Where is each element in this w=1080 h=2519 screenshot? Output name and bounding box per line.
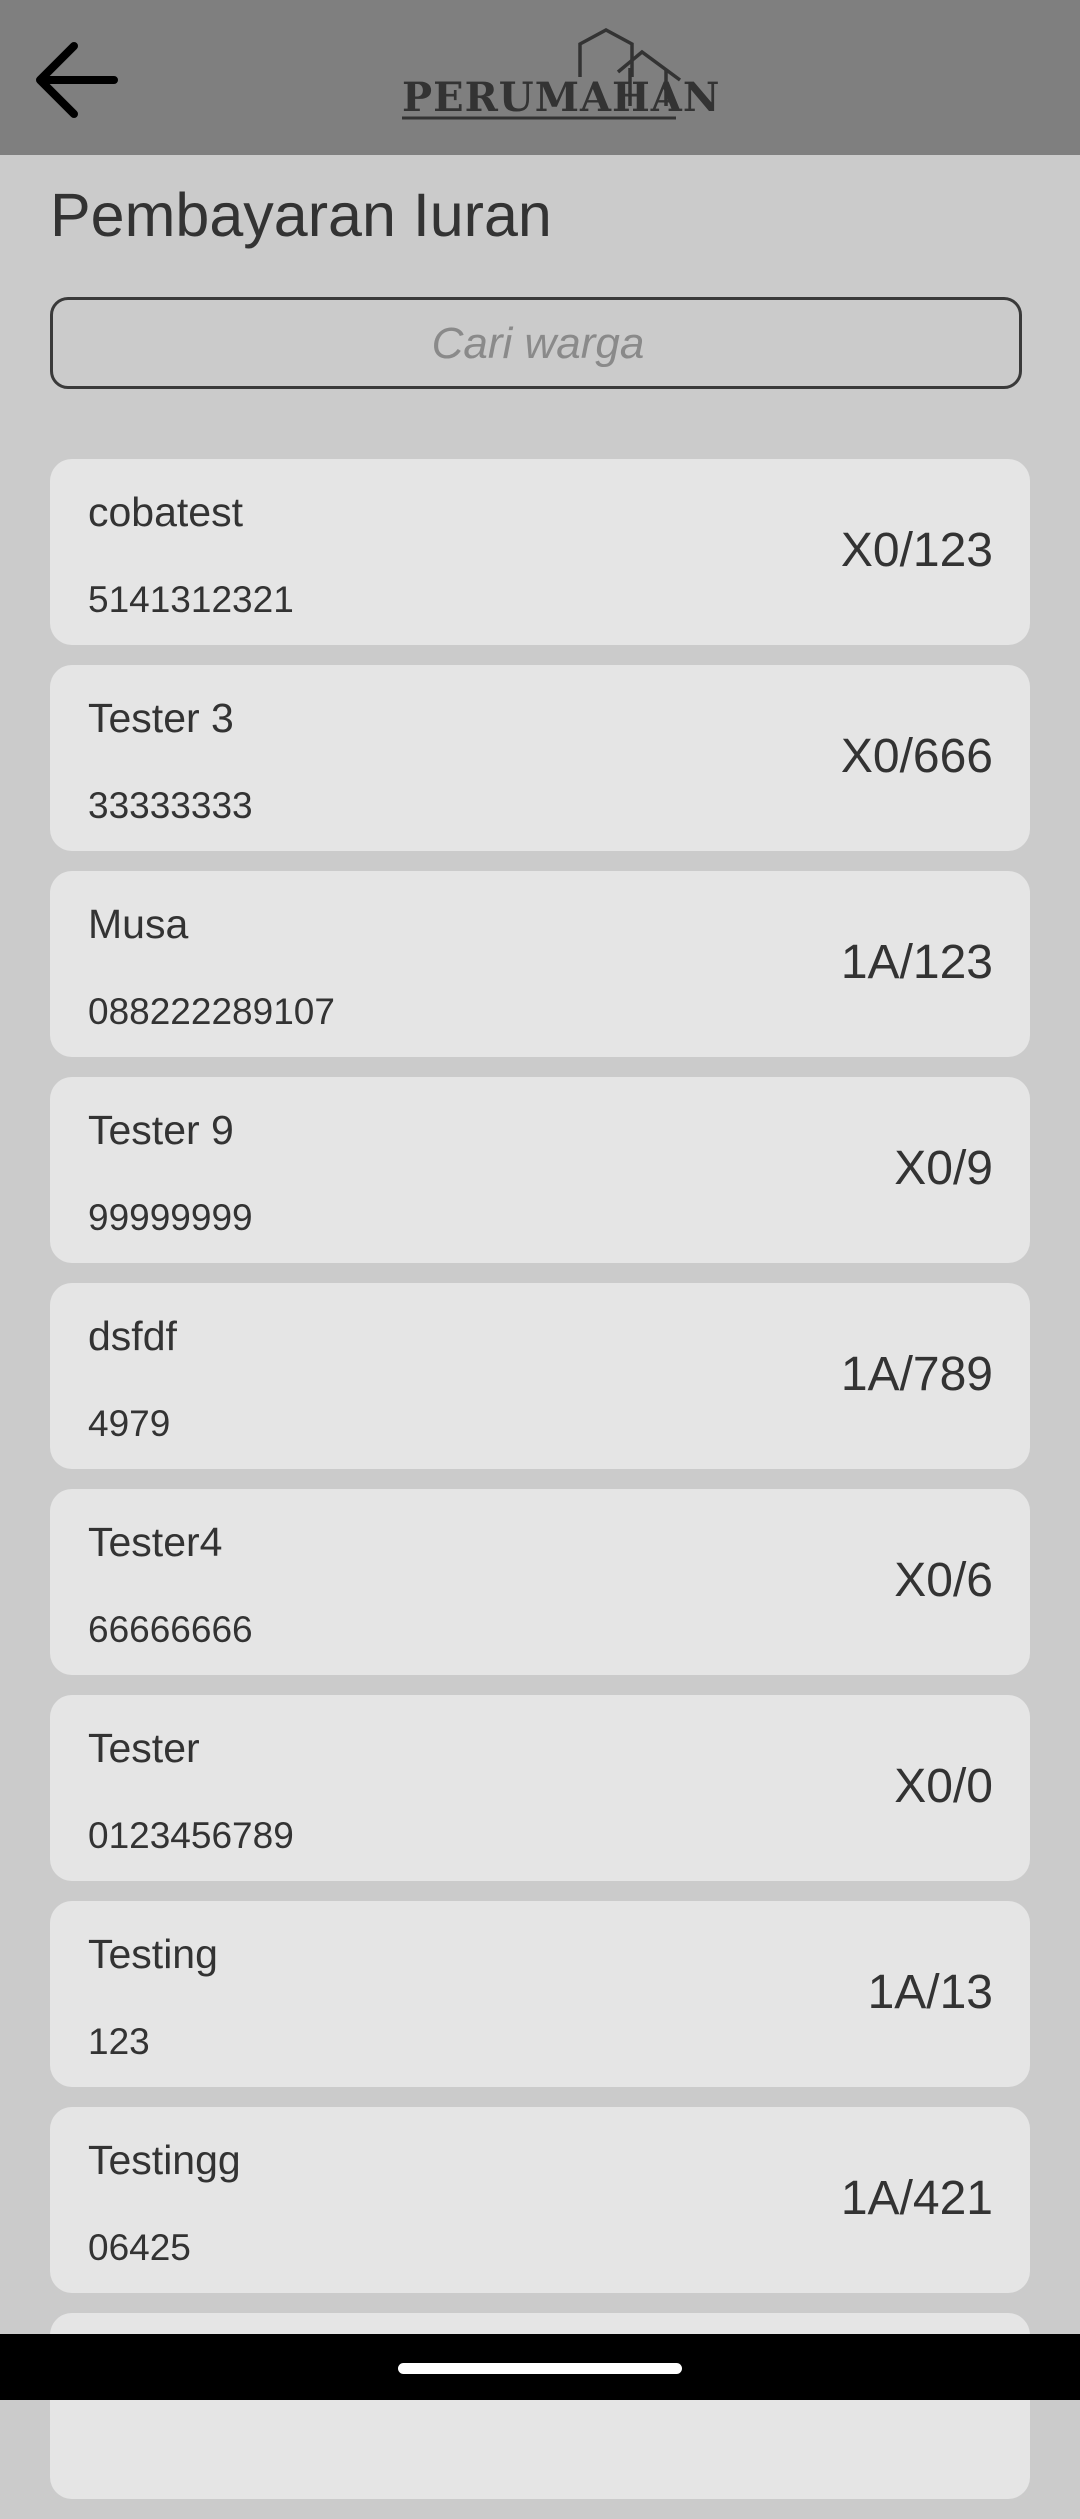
resident-name: Musa: [88, 901, 189, 947]
resident-card[interactable]: cobatest 5141312321 X0/123: [50, 459, 1030, 645]
resident-name: Tester4: [88, 1519, 223, 1565]
resident-unit: 1A/13: [867, 1966, 993, 2019]
logo-text: PERUMAHAN: [402, 74, 721, 121]
resident-phone: 66666666: [88, 1609, 253, 1650]
resident-card[interactable]: Tester4 66666666 X0/6: [50, 1489, 1030, 1675]
back-button[interactable]: [26, 30, 126, 130]
resident-name: Tester 9: [88, 1107, 234, 1153]
app-bar: PERUMAHAN: [0, 0, 1080, 155]
resident-name: Tester 3: [88, 695, 234, 741]
resident-name: Testing: [88, 1931, 218, 1977]
resident-name: Tester: [88, 1725, 200, 1771]
resident-phone: 0123456789: [88, 1815, 294, 1856]
resident-phone: 088222289107: [88, 991, 335, 1032]
resident-unit: X0/666: [840, 730, 993, 783]
resident-card[interactable]: Tester 9 99999999 X0/9: [50, 1077, 1030, 1263]
resident-unit: 1A/421: [840, 2172, 993, 2225]
resident-phone: 4979: [88, 1403, 171, 1444]
resident-card[interactable]: Testing 123 1A/13: [50, 1901, 1030, 2087]
resident-phone: 5141312321: [88, 579, 294, 620]
page-title: Pembayaran Iuran: [50, 181, 552, 249]
search-input[interactable]: [53, 300, 1023, 388]
resident-card[interactable]: Musa 088222289107 1A/123: [50, 871, 1030, 1057]
resident-unit: X0/0: [894, 1760, 993, 1813]
search-box[interactable]: [50, 297, 1023, 389]
resident-card[interactable]: Tester 0123456789 X0/0: [50, 1695, 1030, 1881]
resident-phone: 99999999: [88, 1197, 253, 1238]
resident-unit: 1A/123: [840, 936, 993, 989]
resident-unit: X0/6: [894, 1554, 993, 1607]
resident-unit: X0/123: [840, 524, 993, 577]
resident-unit: 1A/789: [840, 1348, 993, 1401]
home-indicator[interactable]: [398, 2363, 682, 2374]
resident-card[interactable]: Tester 3 33333333 X0/666: [50, 665, 1030, 851]
resident-phone: 06425: [88, 2227, 191, 2268]
resident-phone: 33333333: [88, 785, 253, 826]
resident-name: dsfdf: [88, 1313, 177, 1359]
resident-unit: X0/9: [894, 1142, 993, 1195]
resident-phone: 123: [88, 2021, 150, 2062]
resident-name: Testingg: [88, 2137, 241, 2183]
resident-list: cobatest 5141312321 X0/123 Tester 3 3333…: [50, 459, 1030, 2519]
resident-name: cobatest: [88, 489, 243, 535]
resident-card[interactable]: dsfdf 4979 1A/789: [50, 1283, 1030, 1469]
logo: PERUMAHAN: [390, 22, 719, 132]
resident-card[interactable]: Testingg 06425 1A/421: [50, 2107, 1030, 2293]
arrow-left-icon: [36, 42, 118, 118]
